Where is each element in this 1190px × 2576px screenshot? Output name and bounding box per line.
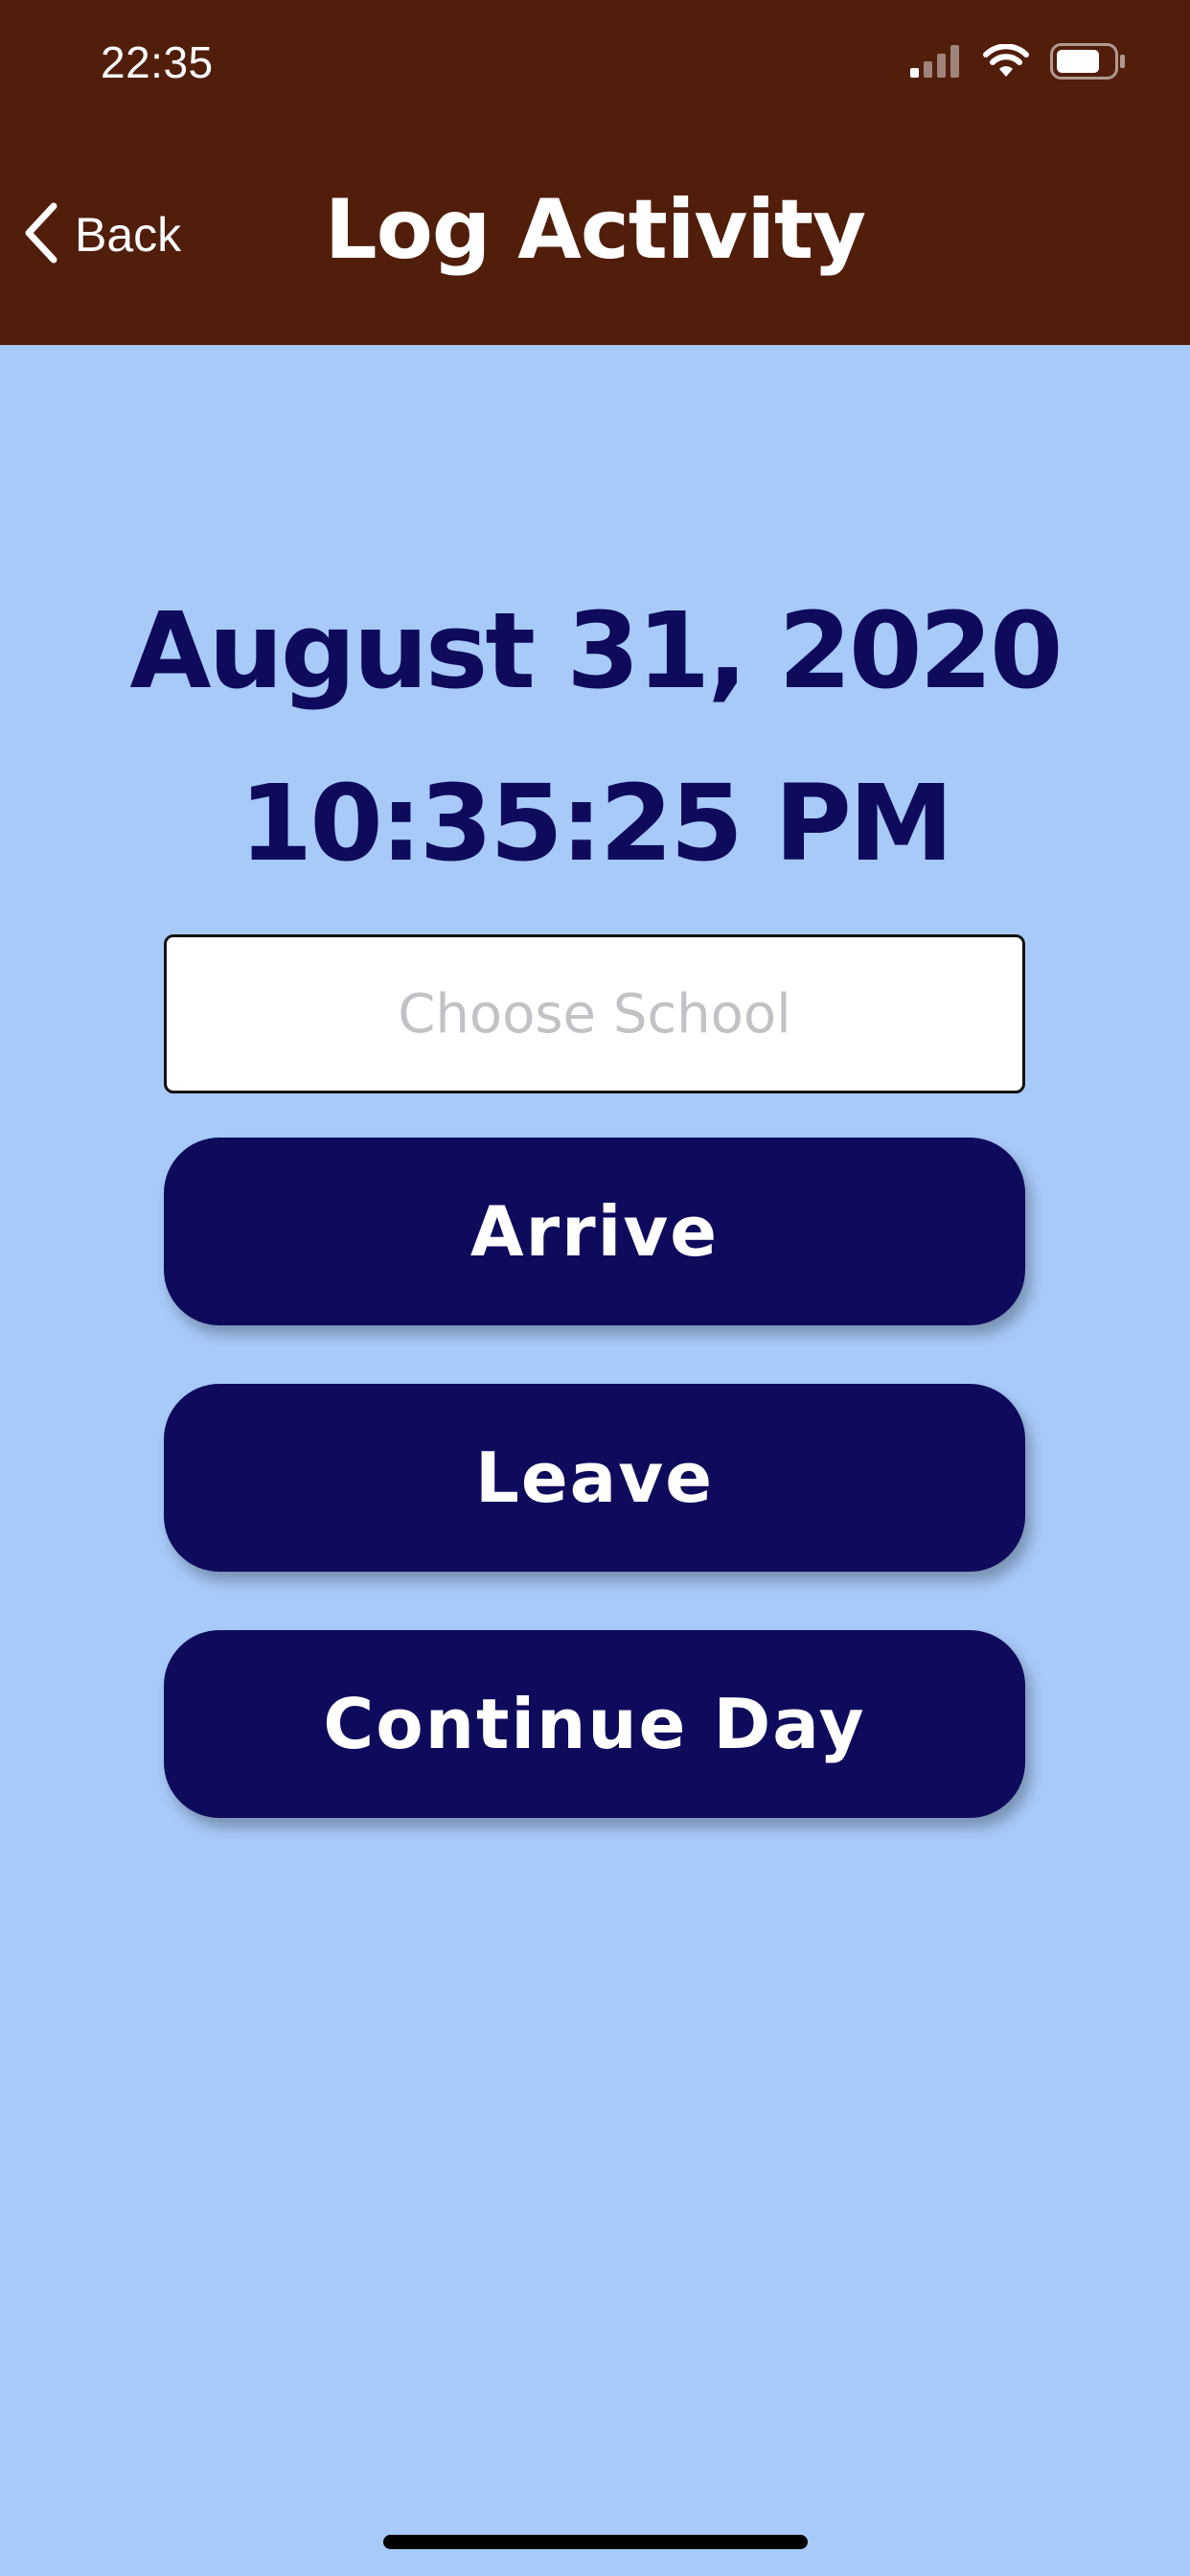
status-icons xyxy=(910,43,1127,83)
nav-header: 22:35 Back Log Activity xyxy=(0,0,1190,345)
choose-school-field[interactable] xyxy=(164,934,1025,1093)
battery-icon xyxy=(1050,43,1127,83)
leave-button[interactable]: Leave xyxy=(164,1384,1025,1572)
continue-day-button-label: Continue Day xyxy=(323,1684,866,1764)
current-time: 10:35:25 PM xyxy=(239,762,954,885)
continue-day-button[interactable]: Continue Day xyxy=(164,1630,1025,1818)
wifi-icon xyxy=(983,43,1029,82)
choose-school-input[interactable] xyxy=(167,936,1022,1092)
cellular-signal-icon xyxy=(910,45,962,81)
leave-button-label: Leave xyxy=(474,1438,715,1518)
current-date: August 31, 2020 xyxy=(129,589,1063,712)
page-title: Log Activity xyxy=(324,182,866,278)
arrive-button-label: Arrive xyxy=(469,1191,720,1272)
arrive-button[interactable]: Arrive xyxy=(164,1138,1025,1325)
home-indicator[interactable] xyxy=(383,2535,808,2549)
status-time: 22:35 xyxy=(101,37,214,87)
